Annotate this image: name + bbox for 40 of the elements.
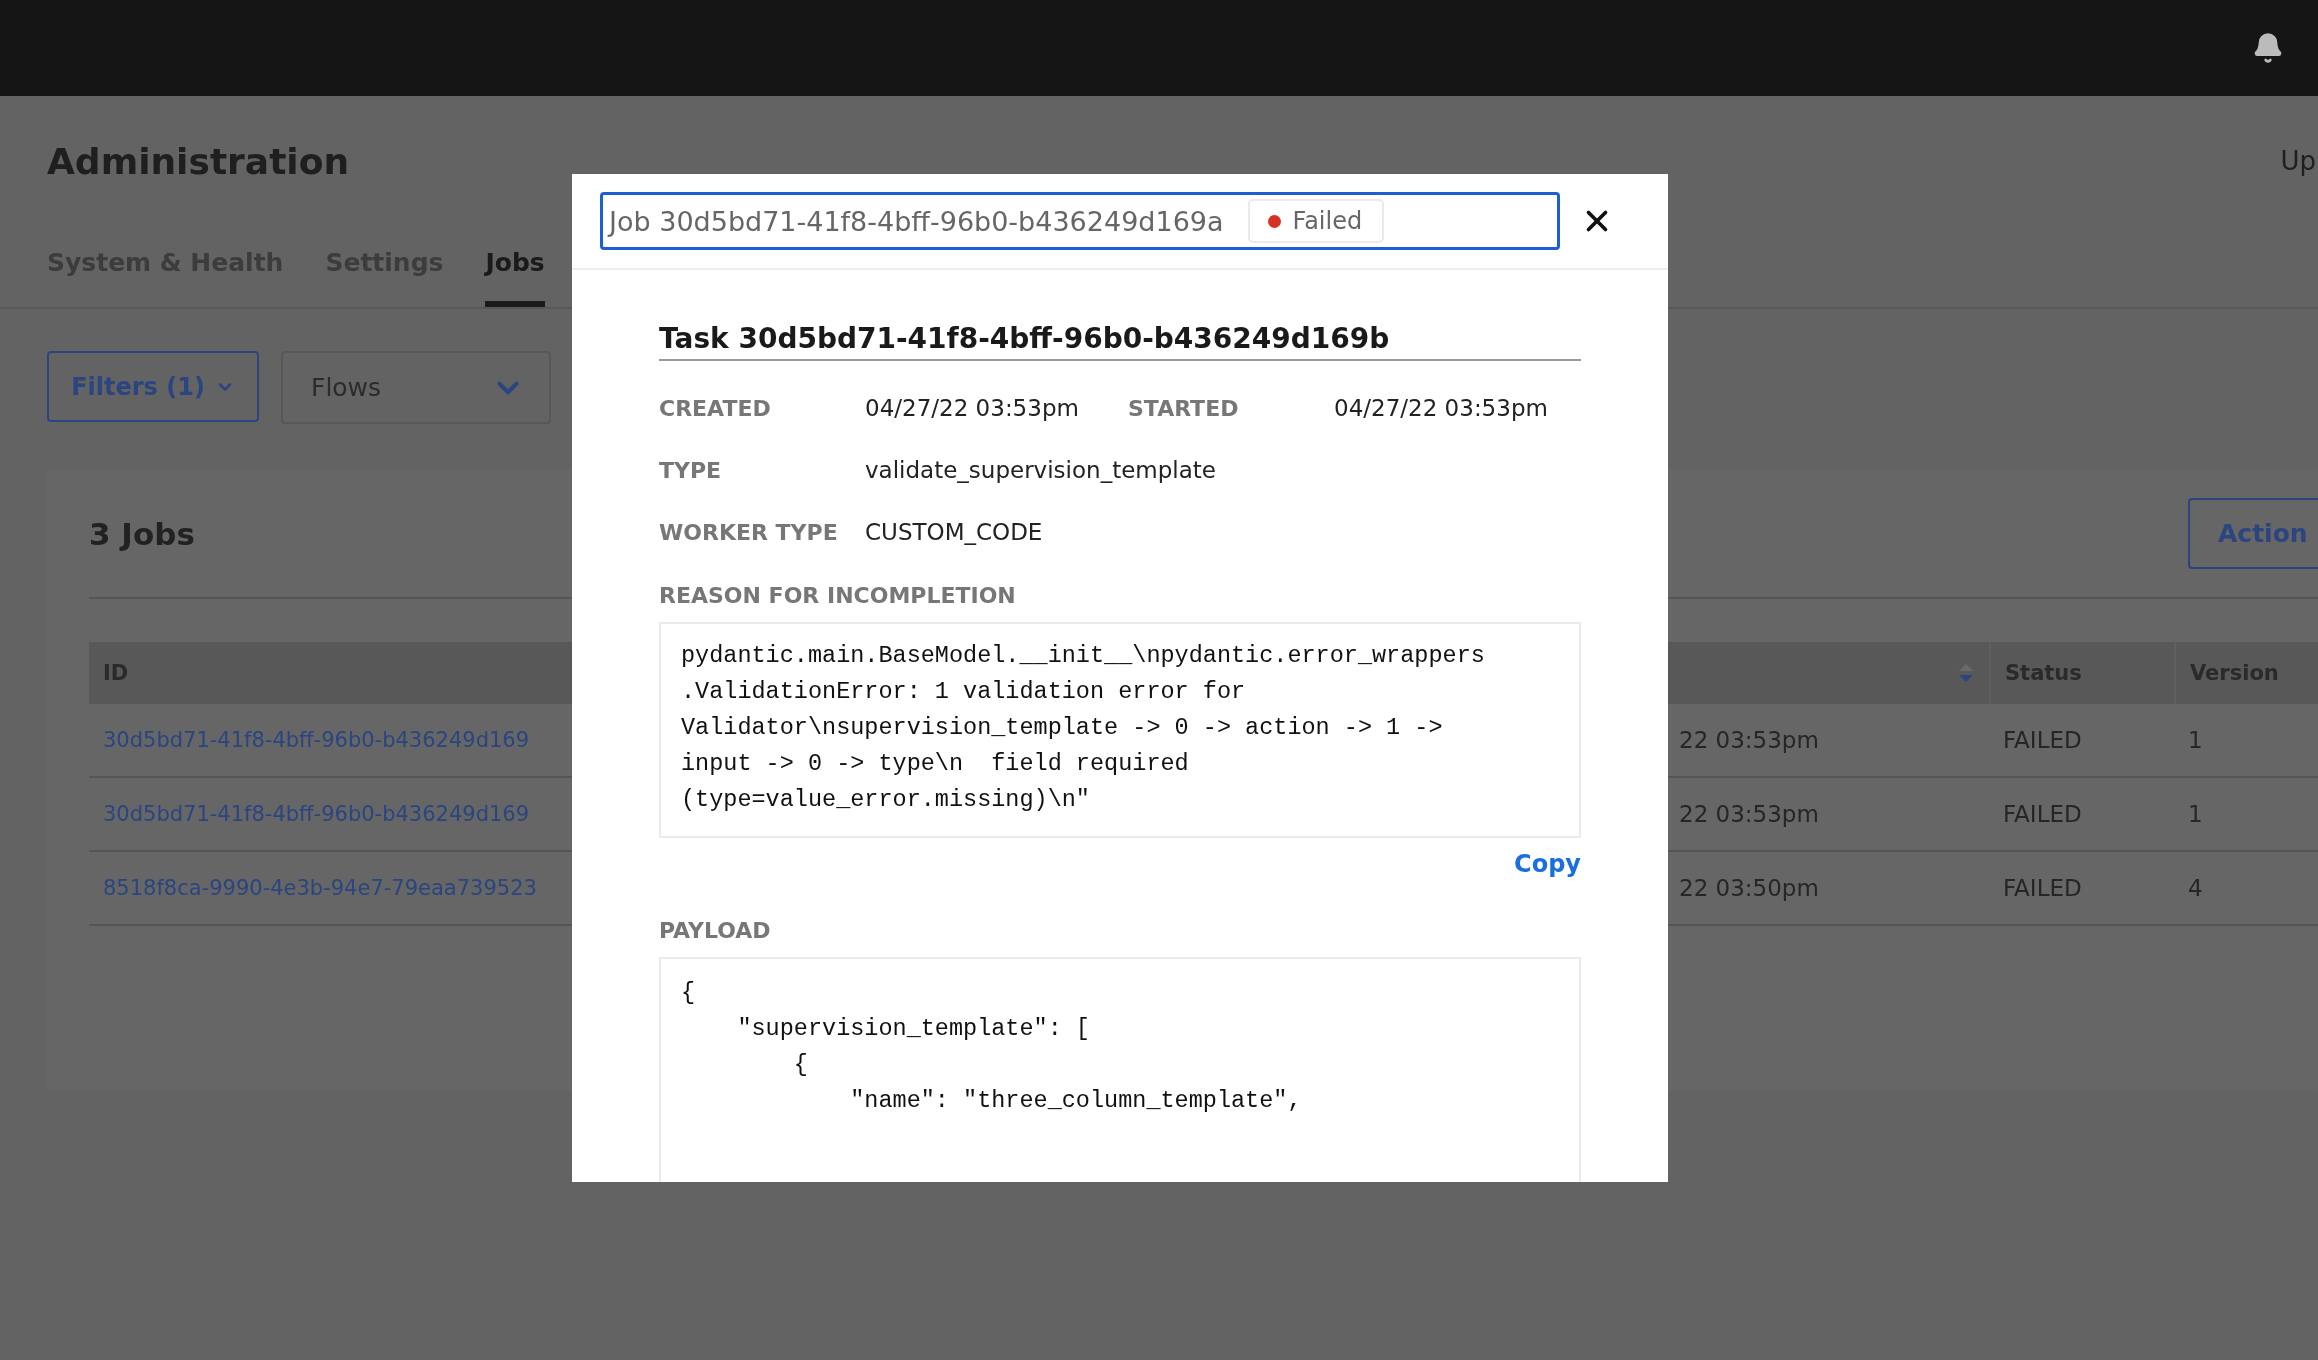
code-line: Validator\nsupervision_template -> 0 -> action -> 1 ->	[681, 713, 1443, 743]
code-line: (type=value_error.missing)\n"	[681, 785, 1090, 815]
flows-dropdown[interactable]: Flows	[281, 351, 551, 424]
table-cell: FAILED	[1989, 704, 2174, 778]
job-title-field[interactable]: Job 30d5bd71-41f8-4bff-96b0-b436249d169a Failed	[600, 192, 1560, 250]
section-label: PAYLOAD	[659, 918, 772, 943]
tab[interactable]: Jobs	[485, 248, 545, 307]
job-id-link[interactable]: 30d5bd71-41f8-4bff-96b0-b436249d169	[89, 704, 571, 778]
field-label: CREATED	[659, 395, 772, 421]
code-line: pydantic.main.BaseModel.__init__\npydantic.error_wrappers	[681, 641, 1485, 671]
field-label: TYPE	[659, 457, 723, 483]
table-cell: 1	[2174, 778, 2318, 852]
corner-text: Up	[2280, 146, 2316, 176]
field-value: validate_supervision_template	[865, 457, 1216, 483]
actions-button[interactable]: Action	[2188, 498, 2318, 569]
table-cell: FAILED	[1989, 852, 2174, 926]
field-label: WORKER TYPE	[659, 519, 839, 545]
code-line: input -> 0 -> type\n field required	[681, 749, 1189, 779]
code-line: "name": "three_column_template",	[849, 1086, 1302, 1116]
field-value: CUSTOM_CODE	[865, 519, 1044, 545]
field-label: STARTED	[1128, 395, 1240, 421]
notification-bell-icon[interactable]	[2252, 32, 2284, 64]
code-line: {	[792, 1050, 808, 1080]
status-badge: Failed	[1247, 199, 1385, 243]
table-cell: 4	[2174, 852, 2318, 926]
field-value: 04/27/22 03:53pm	[865, 395, 1080, 421]
code-line: "supervision_template": [	[736, 1014, 1090, 1044]
field-value: 04/27/22 03:53pm	[1334, 395, 1549, 421]
table-cell: 1	[2174, 704, 2318, 778]
table-cell: FAILED	[1989, 778, 2174, 852]
job-id-link[interactable]: 30d5bd71-41f8-4bff-96b0-b436249d169	[89, 778, 571, 852]
task-title: Task 30d5bd71-41f8-4bff-96b0-b436249d169b	[659, 322, 1581, 361]
code-line: {	[681, 978, 696, 1008]
jobs-count-title: 3 Jobs	[89, 515, 195, 552]
section-label: REASON FOR INCOMPLETION	[659, 583, 1017, 608]
filters-button[interactable]: Filters (1)	[47, 351, 259, 422]
copy-link[interactable]: Copy	[1514, 850, 1581, 878]
code-line: .ValidationError: 1 validation error for	[681, 677, 1246, 707]
page-title: Administration	[47, 140, 350, 182]
job-id-link[interactable]: 8518f8ca-9990-4e3b-94e7-79eaa739523	[89, 852, 571, 926]
